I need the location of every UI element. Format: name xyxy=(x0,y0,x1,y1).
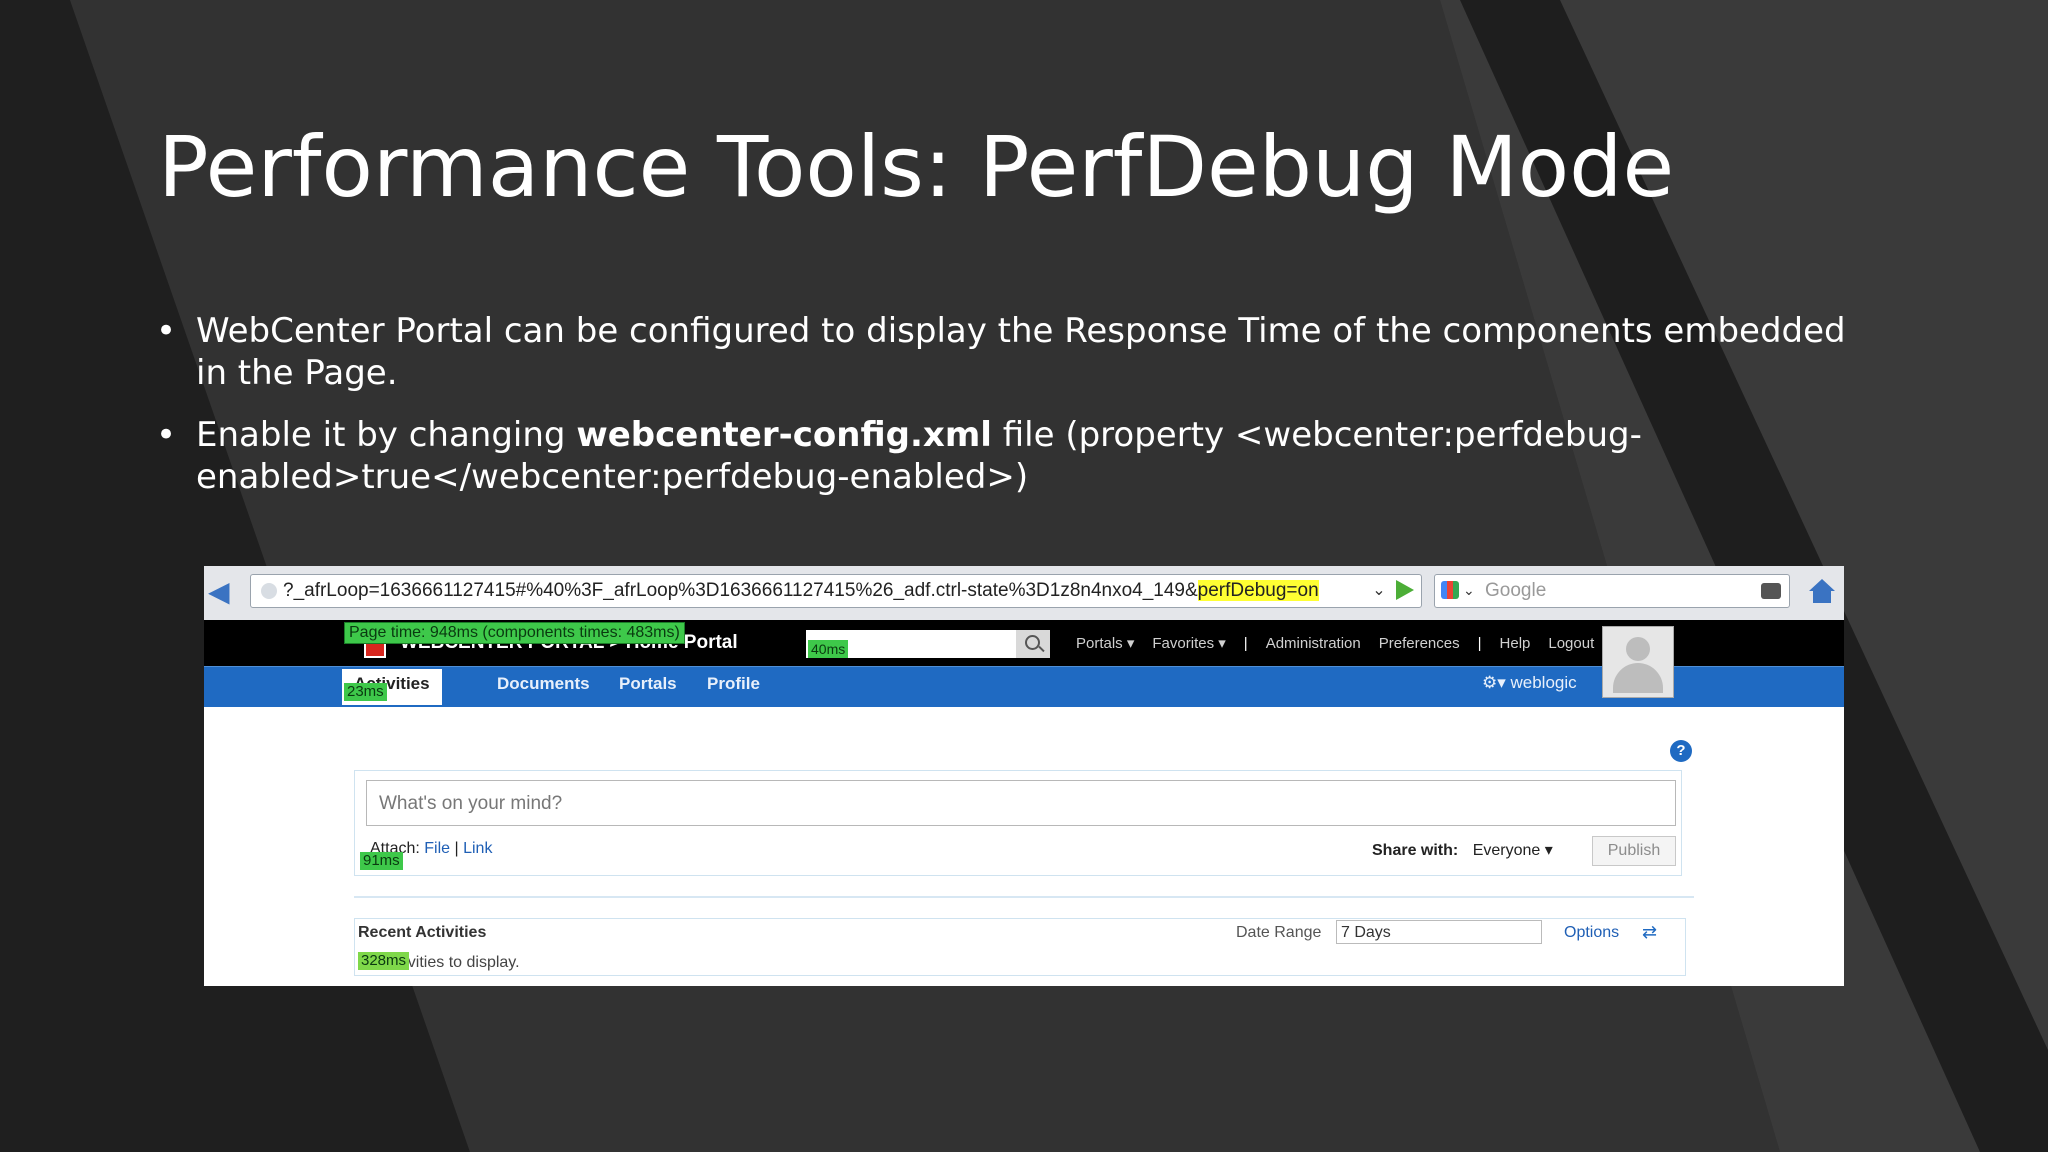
chevron-down-icon[interactable]: ⌄ xyxy=(1370,574,1388,606)
user-menu[interactable]: ⚙▾ weblogic xyxy=(1482,673,1577,693)
url-text: ?_afrLoop=1636661127415#%40%3F_afrLoop%3… xyxy=(283,580,1198,601)
bullet-text: WebCenter Portal can be configured to di… xyxy=(196,311,1846,393)
bullet-marker: • xyxy=(156,415,177,455)
search-icon xyxy=(1025,635,1040,650)
date-range-select[interactable]: 7 Days xyxy=(1336,920,1542,944)
browser-toolbar: ◀ ?_afrLoop=1636661127415#%40%3F_afrLoop… xyxy=(204,566,1844,620)
bullet-item: • Enable it by changing webcenter-config… xyxy=(150,414,1870,498)
google-icon xyxy=(1441,581,1459,599)
slide-title: Performance Tools: PerfDebug Mode xyxy=(158,118,1675,216)
favicon-icon xyxy=(261,582,277,599)
attach-file-link[interactable]: File xyxy=(424,840,450,857)
help-icon[interactable]: ? xyxy=(1670,740,1692,762)
nav-help[interactable]: Help xyxy=(1500,635,1531,652)
nav-separator: | xyxy=(1243,635,1248,652)
tab-portals[interactable]: Portals xyxy=(619,669,677,705)
nav-portals[interactable]: Portals ▾ xyxy=(1076,635,1134,652)
publisher-time-badge: 91ms xyxy=(360,852,403,870)
url-bar[interactable]: ?_afrLoop=1636661127415#%40%3F_afrLoop%3… xyxy=(250,574,1422,608)
bullet-marker: • xyxy=(156,311,177,351)
portal-search-button[interactable] xyxy=(1016,630,1050,658)
status-input[interactable]: What's on your mind? xyxy=(366,780,1676,826)
chevron-down-icon[interactable]: ⌄ xyxy=(1463,575,1475,607)
share-row: Share with: Everyone ▾ xyxy=(1372,840,1553,860)
bullet-list: • WebCenter Portal can be configured to … xyxy=(150,310,1870,518)
portal-screenshot: ◀ ?_afrLoop=1636661127415#%40%3F_afrLoop… xyxy=(204,566,1844,986)
global-nav: Portals ▾ Favorites ▾ | Administration Prefe… xyxy=(1076,634,1612,652)
binoculars-icon[interactable] xyxy=(1761,583,1781,599)
divider xyxy=(354,896,1694,898)
back-arrow-icon[interactable]: ◀ xyxy=(208,578,236,606)
date-range-label: Date Range xyxy=(1236,924,1322,941)
nav-preferences[interactable]: Preferences xyxy=(1379,635,1460,652)
recent-time-badge: 328ms xyxy=(358,952,410,970)
recent-activities-title: Recent Activities xyxy=(358,924,487,941)
bullet-item: • WebCenter Portal can be configured to … xyxy=(150,310,1870,394)
url-perfdebug-highlight: perfDebug=on xyxy=(1197,580,1319,601)
nav-administration[interactable]: Administration xyxy=(1266,635,1361,652)
go-arrow-icon[interactable] xyxy=(1396,580,1414,600)
home-icon[interactable] xyxy=(1808,578,1836,604)
publish-button[interactable]: Publish xyxy=(1592,836,1676,866)
tab-documents[interactable]: Documents xyxy=(497,669,590,705)
bullet-text-pre: Enable it by changing xyxy=(196,415,577,455)
nav-logout[interactable]: Logout xyxy=(1548,635,1594,652)
browser-search-input[interactable]: ⌄ Google xyxy=(1434,574,1790,608)
attach-link-link[interactable]: Link xyxy=(463,840,492,857)
tabs-time-badge: 23ms xyxy=(344,683,387,701)
search-placeholder: Google xyxy=(1485,580,1547,601)
nav-separator: | xyxy=(1477,635,1482,652)
page-time-badge: Page time: 948ms (components times: 483m… xyxy=(344,622,685,644)
share-select[interactable]: Everyone ▾ xyxy=(1473,842,1553,859)
avatar[interactable] xyxy=(1602,626,1674,698)
config-file-name: webcenter-config.xml xyxy=(576,415,992,455)
portal-tab-bar: Activities Documents Portals Profile 23m… xyxy=(204,666,1844,707)
share-label: Share with: xyxy=(1372,842,1459,859)
nav-favorites[interactable]: Favorites ▾ xyxy=(1152,635,1225,652)
search-time-badge: 40ms xyxy=(808,640,849,658)
portal-header: WEBCENTER PORTAL > Home Portal Page time… xyxy=(204,620,1844,666)
options-link[interactable]: Options xyxy=(1564,924,1619,942)
refresh-icon[interactable]: ⇄ xyxy=(1642,922,1657,943)
avatar-body xyxy=(1613,663,1663,693)
portal-search-input[interactable]: 40ms xyxy=(806,630,1016,658)
tab-profile[interactable]: Profile xyxy=(707,669,760,705)
avatar-head xyxy=(1626,637,1650,661)
